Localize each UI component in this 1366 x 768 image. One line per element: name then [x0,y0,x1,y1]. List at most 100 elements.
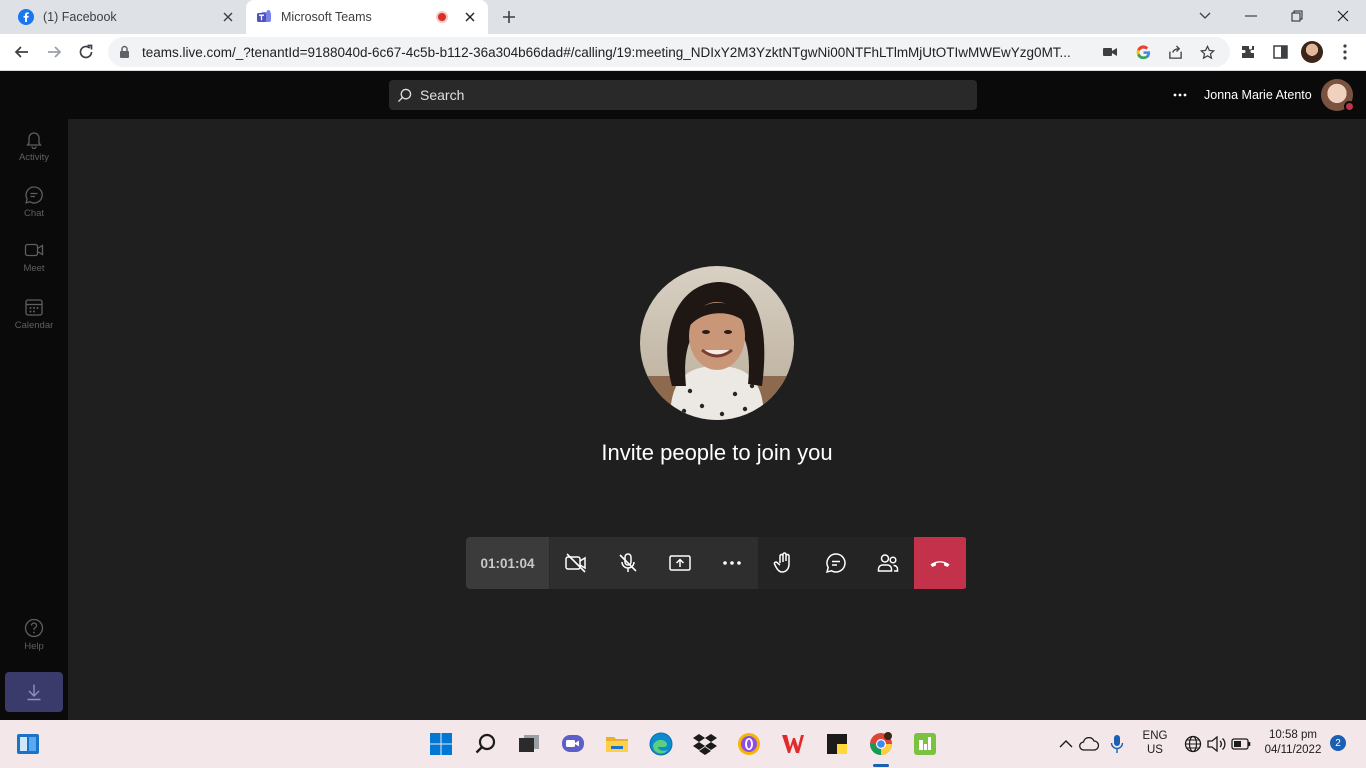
wps-office-icon[interactable] [781,732,805,756]
clock[interactable]: 10:58 pm 04/11/2022 [1258,729,1328,756]
tab-search-icon[interactable] [1182,0,1228,32]
user-name[interactable]: Jonna Marie Atento [1204,88,1312,102]
rail-label: Activity [18,152,50,163]
search-icon [397,88,412,102]
close-tab-icon[interactable] [220,9,236,25]
rail-item-meet[interactable]: Meet [0,240,68,292]
forward-icon[interactable] [44,42,64,62]
tab-label: Microsoft Teams [281,10,372,24]
region-code: US [1147,744,1163,756]
onedrive-cloud-icon[interactable] [1077,732,1101,756]
new-tab-icon[interactable] [500,8,518,26]
rail-item-chat[interactable]: Chat [0,185,68,237]
facebook-icon [18,9,34,25]
share-screen-button[interactable] [654,537,706,589]
file-explorer-icon[interactable] [605,732,629,756]
participants-icon [877,554,899,572]
help-icon [24,618,44,638]
rail-label: Chat [23,208,45,219]
bookmark-star-icon[interactable] [1199,44,1215,60]
tab-microsoft-teams[interactable]: Microsoft Teams [246,0,488,34]
call-timer: 01:01:04 [466,537,550,589]
share-icon[interactable] [1167,44,1183,60]
camera-in-use-icon[interactable] [1102,44,1118,60]
rail-item-activity[interactable]: Activity [0,129,68,181]
browser-toolbar: teams.live.com/_?tenantId=9188040d-6c67-… [0,34,1366,71]
hang-up-button[interactable] [914,537,966,589]
close-tab-icon[interactable] [462,9,478,25]
download-icon [27,684,41,701]
mic-toggle-button[interactable] [602,537,654,589]
more-actions-button[interactable] [706,537,758,589]
side-panel-icon[interactable] [1271,43,1289,61]
call-controls-bar: 01:01:04 [466,537,967,589]
edge-browser-icon[interactable] [649,732,673,756]
share-screen-icon [669,555,691,571]
browser-menu-icon[interactable] [1336,43,1354,61]
rail-label: Meet [23,263,45,274]
back-icon[interactable] [12,42,32,62]
show-hidden-icons-chevron-icon[interactable] [1054,732,1078,756]
rail-label: Help [24,641,44,652]
close-window-icon[interactable] [1320,0,1366,32]
search-placeholder: Search [420,87,465,103]
volume-icon[interactable] [1205,732,1229,756]
microphone-in-use-icon[interactable] [1105,732,1129,756]
search-input[interactable]: Search [389,80,977,110]
clock-time: 10:58 pm [1269,729,1317,741]
chrome-browser-icon[interactable] [869,732,893,756]
search-taskbar-icon[interactable] [474,732,498,756]
bell-icon [26,132,42,149]
recording-indicator-icon [436,11,448,23]
url-text: teams.live.com/_?tenantId=9188040d-6c67-… [142,45,1071,60]
battery-icon[interactable] [1229,732,1253,756]
notification-badge[interactable]: 2 [1330,735,1346,751]
task-view-icon[interactable] [517,732,541,756]
opera-browser-icon[interactable] [737,732,761,756]
participants-button[interactable] [862,537,914,589]
windows-taskbar: ENG US 10:58 pm 04/11/2022 2 [0,720,1366,768]
sticky-notes-icon[interactable] [825,732,849,756]
task-view-widget-icon[interactable] [16,732,40,756]
browser-tab-strip: (1) Facebook Microsoft Teams [0,0,1366,34]
network-globe-icon[interactable] [1181,732,1205,756]
meeting-chat-button[interactable] [810,537,862,589]
spreadsheet-app-icon[interactable] [913,732,937,756]
dropbox-icon[interactable] [693,732,717,756]
invite-message: Invite people to join you [601,440,833,465]
user-avatar[interactable] [1321,79,1355,112]
camera-toggle-button[interactable] [550,537,602,589]
download-app-button[interactable] [5,672,63,712]
teams-chat-taskbar-icon[interactable] [561,732,585,756]
settings-more-icon[interactable] [1170,85,1190,105]
address-bar[interactable]: teams.live.com/_?tenantId=9188040d-6c67-… [108,37,1230,67]
clock-date: 04/11/2022 [1264,744,1322,756]
camera-off-icon [565,553,586,573]
caller-avatar [640,266,794,420]
reload-icon[interactable] [76,42,96,62]
video-icon [24,243,44,257]
teams-header: Search Jonna Marie Atento [0,71,1366,119]
restore-icon[interactable] [1274,0,1320,32]
tab-facebook[interactable]: (1) Facebook [8,0,246,34]
browser-profile-avatar[interactable] [1301,41,1323,63]
raise-hand-button[interactable] [758,537,810,589]
start-menu-icon[interactable] [429,732,453,756]
hang-up-icon [930,561,950,567]
mic-off-icon [619,553,637,572]
language-code: ENG [1142,730,1168,742]
active-app-indicator [873,764,889,767]
extensions-icon[interactable] [1239,43,1257,61]
minimize-icon[interactable] [1228,0,1274,32]
language-indicator[interactable]: ENG US [1138,730,1172,756]
lock-icon [120,45,129,58]
teams-app-rail: Activity Chat Meet Calendar Help [0,119,68,720]
calendar-icon [25,299,43,316]
rail-label: Calendar [14,320,54,331]
raise-hand-icon [773,552,790,573]
rail-item-calendar[interactable]: Calendar [0,297,68,349]
google-translate-icon[interactable] [1135,44,1151,60]
chat-icon [825,553,846,574]
rail-item-help[interactable]: Help [0,618,68,670]
call-stage: Invite people to join you 01:01:04 [68,119,1366,720]
